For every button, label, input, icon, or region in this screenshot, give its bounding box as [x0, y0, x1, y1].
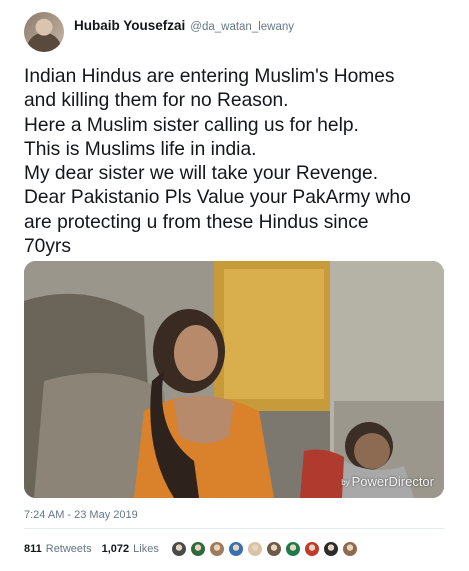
liker-avatar-icon[interactable]: [265, 541, 282, 557]
user-display-name[interactable]: Hubaib Yousefzai: [74, 18, 185, 33]
liker-avatars: [170, 541, 361, 557]
liker-avatar-icon[interactable]: [208, 541, 225, 557]
retweets-label: Retweets: [45, 543, 92, 555]
liker-avatar-icon[interactable]: [227, 541, 244, 557]
tweet-text: Indian Hindus are entering Muslim's Home…: [24, 66, 411, 258]
retweets-stat[interactable]: 811 Retweets: [24, 543, 92, 555]
liker-avatar-icon[interactable]: [303, 541, 320, 557]
user-names: Hubaib Yousefzai @da_watan_lewany: [74, 18, 294, 33]
tweet-media-video[interactable]: by PowerDirector: [24, 261, 444, 498]
tweet-timestamp[interactable]: 7:24 AM - 23 May 2019: [24, 509, 138, 521]
liker-avatar-icon[interactable]: [170, 541, 187, 557]
retweets-count: 811: [24, 543, 42, 555]
divider: [24, 528, 445, 529]
liker-avatar-icon[interactable]: [189, 541, 206, 557]
liker-avatar-icon[interactable]: [341, 541, 358, 557]
tweet-card: Hubaib Yousefzai @da_watan_lewany Indian…: [0, 0, 469, 571]
likes-count: 1,072: [101, 543, 130, 555]
video-watermark: by PowerDirector: [341, 474, 434, 489]
user-handle[interactable]: @da_watan_lewany: [190, 21, 294, 33]
liker-avatar-icon[interactable]: [246, 541, 263, 557]
likes-label: Likes: [133, 543, 159, 555]
likes-stat[interactable]: 1,072 Likes: [102, 543, 159, 555]
liker-avatar-icon[interactable]: [322, 541, 339, 557]
liker-avatar-icon[interactable]: [284, 541, 301, 557]
tweet-stats: 811 Retweets 1,072 Likes: [24, 540, 361, 558]
video-frame-image: [24, 261, 444, 498]
user-avatar[interactable]: [24, 12, 64, 52]
tweet-header: Hubaib Yousefzai @da_watan_lewany: [24, 12, 294, 52]
